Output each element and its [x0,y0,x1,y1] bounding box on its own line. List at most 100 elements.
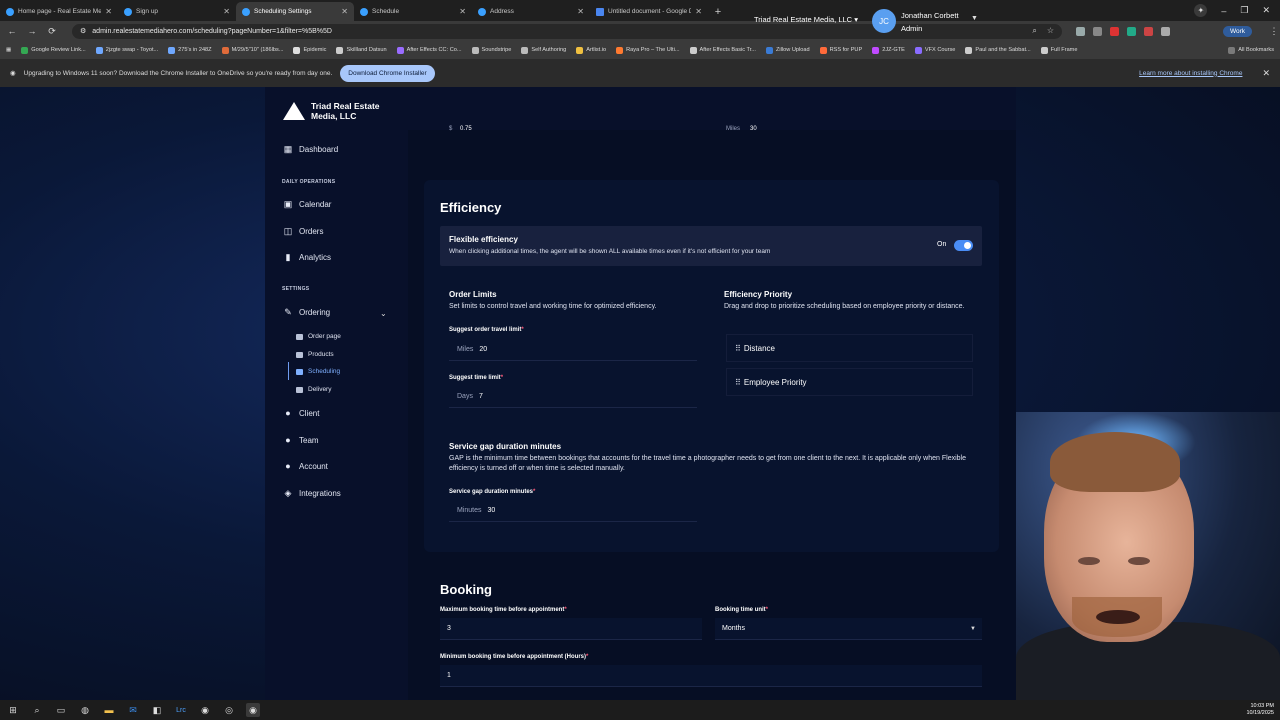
sidebar-item-scheduling[interactable]: Scheduling [296,368,340,375]
sidebar-item-ordering[interactable]: ✎ Ordering [283,307,330,317]
travel-limit-label: Suggest order travel limit* [449,327,524,333]
drag-handle-icon[interactable]: ⠿ [735,378,741,387]
tab-untitled-document[interactable]: Untitled document - Google Do ✕ [590,2,708,21]
priority-item-distance[interactable]: ⠿ Distance [726,334,973,362]
chevron-down-icon[interactable]: ▼ [971,15,978,22]
close-window-button[interactable]: ✕ [1262,5,1270,16]
sidebar-item-dashboard[interactable]: ▦ Dashboard [283,144,338,154]
bookmark-item[interactable]: M/29/5"10" (186lbs... [221,46,283,54]
close-icon[interactable]: ✕ [1262,68,1270,79]
sidebar-item-client[interactable]: ● Client [283,408,319,418]
tab-scheduling-settings[interactable]: Scheduling Settings ✕ [236,2,354,21]
new-tab-button[interactable]: + [708,2,728,21]
bookmark-item[interactable]: Soundstripe [471,46,511,54]
back-icon[interactable]: ← [6,26,18,36]
bookmark-item[interactable]: RSS for PUP [819,46,862,54]
profile-button[interactable]: Work [1222,25,1252,37]
outlook-icon[interactable]: ✉ [126,703,140,717]
flexible-efficiency-toggle[interactable] [954,240,973,251]
reload-icon[interactable]: ⟳ [46,26,58,37]
chevron-down-icon[interactable]: ⌄ [380,309,387,318]
drag-handle-icon[interactable]: ⠿ [735,344,741,353]
sidebar-item-products[interactable]: Products [296,351,334,358]
bookmark-item[interactable]: Paul and the Sabbat... [965,46,1031,54]
bookmark-item[interactable]: Google Review Link... [21,46,86,54]
bookmark-item[interactable]: Zillow Upload [765,46,810,54]
bookmark-item[interactable]: Self Authoring [521,46,566,54]
download-installer-button[interactable]: Download Chrome Installer [340,64,435,82]
tab-home-page[interactable]: Home page - Real Estate Media ✕ [0,2,118,21]
tab-sign-up[interactable]: Sign up ✕ [118,2,236,21]
bookmark-item[interactable]: Epidemic [293,46,326,54]
url-text: admin.realestatemediahero.com/scheduling… [92,27,332,35]
sidebar-item-calendar[interactable]: ▣ Calendar [283,199,332,209]
sparkle-icon[interactable]: ✦ [1194,4,1208,17]
close-icon[interactable]: ✕ [695,7,702,16]
forward-icon[interactable]: → [26,26,38,36]
learn-more-link[interactable]: Learn more about installing Chrome [1139,70,1242,77]
bookmark-item[interactable]: After Effects CC: Co... [396,46,462,54]
extension-icon[interactable] [1144,26,1153,36]
sidebar-item-delivery[interactable]: Delivery [296,386,331,393]
close-icon[interactable]: ✕ [341,7,348,16]
bookmark-item[interactable]: 275's in 248Z [168,46,212,54]
extension-icon[interactable] [1076,26,1085,36]
copilot-icon[interactable]: ◍ [78,703,92,717]
avatar[interactable]: JC [872,9,896,33]
close-icon[interactable]: ✕ [223,7,230,16]
bookmark-item[interactable]: 2JZ-GTE [872,46,905,54]
sidebar-item-team[interactable]: ● Team [283,435,318,445]
booking-unit-select[interactable]: Months ▼ [715,618,982,640]
close-icon[interactable]: ✕ [459,7,466,16]
travel-limit-input[interactable]: Miles 20 [449,339,697,361]
puzzle-icon[interactable] [1161,26,1170,36]
store-icon[interactable]: ◧ [150,703,164,717]
chrome-active-icon[interactable]: ◉ [246,703,260,717]
priority-item-employee[interactable]: ⠿ Employee Priority [726,368,973,396]
app-icon[interactable]: ◎ [222,703,236,717]
bookmark-item[interactable]: Raya Pro – The Ulti... [616,46,680,54]
menu-icon[interactable]: ⋮ [1268,26,1280,37]
bookmark-item[interactable]: VFX Course [914,46,955,54]
sidebar-item-analytics[interactable]: ▮ Analytics [283,252,332,262]
gap-input[interactable]: Minutes 30 [449,500,697,522]
bookmark-item[interactable]: Full Frame [1040,46,1077,54]
min-booking-input[interactable]: 1 [440,665,982,687]
restore-button[interactable]: ❐ [1240,5,1248,16]
user-menu[interactable]: Jonathan Corbett Admin [901,9,959,35]
time-limit-input[interactable]: Days 7 [449,386,697,408]
tab-schedule[interactable]: Schedule ✕ [354,2,472,21]
system-clock[interactable]: 10:03 PM 10/19/2025 [1246,703,1274,717]
file-explorer-icon[interactable]: ▬ [102,703,116,717]
close-icon[interactable]: ✕ [577,7,584,16]
brand-logo[interactable]: Triad Real Estate Media, LLC [283,101,391,121]
bookmark-item[interactable]: Artlist.io [576,46,606,54]
task-view-icon[interactable]: ▭ [54,703,68,717]
lightroom-icon[interactable]: Lrc [174,703,188,717]
start-icon[interactable]: ⊞ [6,703,20,717]
bookmark-item[interactable]: 2jzgte swap - Toyot... [95,46,158,54]
zoom-icon[interactable]: ⌕ [1032,26,1036,36]
tab-address[interactable]: Address ✕ [472,2,590,21]
chrome-icon[interactable]: ◉ [198,703,212,717]
sidebar-item-integrations[interactable]: ◈ Integrations [283,488,341,498]
extension-icon[interactable] [1127,26,1136,36]
minimize-button[interactable]: – [1221,6,1226,16]
sidebar-item-account[interactable]: ● Account [283,461,328,471]
apps-icon[interactable]: ▦ [6,47,11,53]
search-icon[interactable]: ⌕ [30,703,44,717]
site-favicon-icon [6,7,14,16]
sidebar-item-orders[interactable]: ◫ Orders [283,226,324,236]
all-bookmarks-button[interactable]: All Bookmarks [1228,46,1274,54]
bookmark-star-icon[interactable]: ☆ [1047,26,1054,36]
bookmark-item[interactable]: After Effects Basic Tr... [689,46,756,54]
bookmark-item[interactable]: Skillland Datsun [336,46,387,54]
sidebar-item-order-page[interactable]: Order page [296,333,341,340]
max-booking-input[interactable]: 3 [440,618,702,640]
site-info-icon[interactable]: ⚙ [80,27,86,35]
extension-icon[interactable] [1110,26,1119,36]
presenter-hair [1050,432,1180,492]
company-select[interactable]: Triad Real Estate Media, LLC ▾ [754,15,858,24]
close-icon[interactable]: ✕ [105,7,112,16]
extension-icon[interactable] [1093,26,1102,36]
